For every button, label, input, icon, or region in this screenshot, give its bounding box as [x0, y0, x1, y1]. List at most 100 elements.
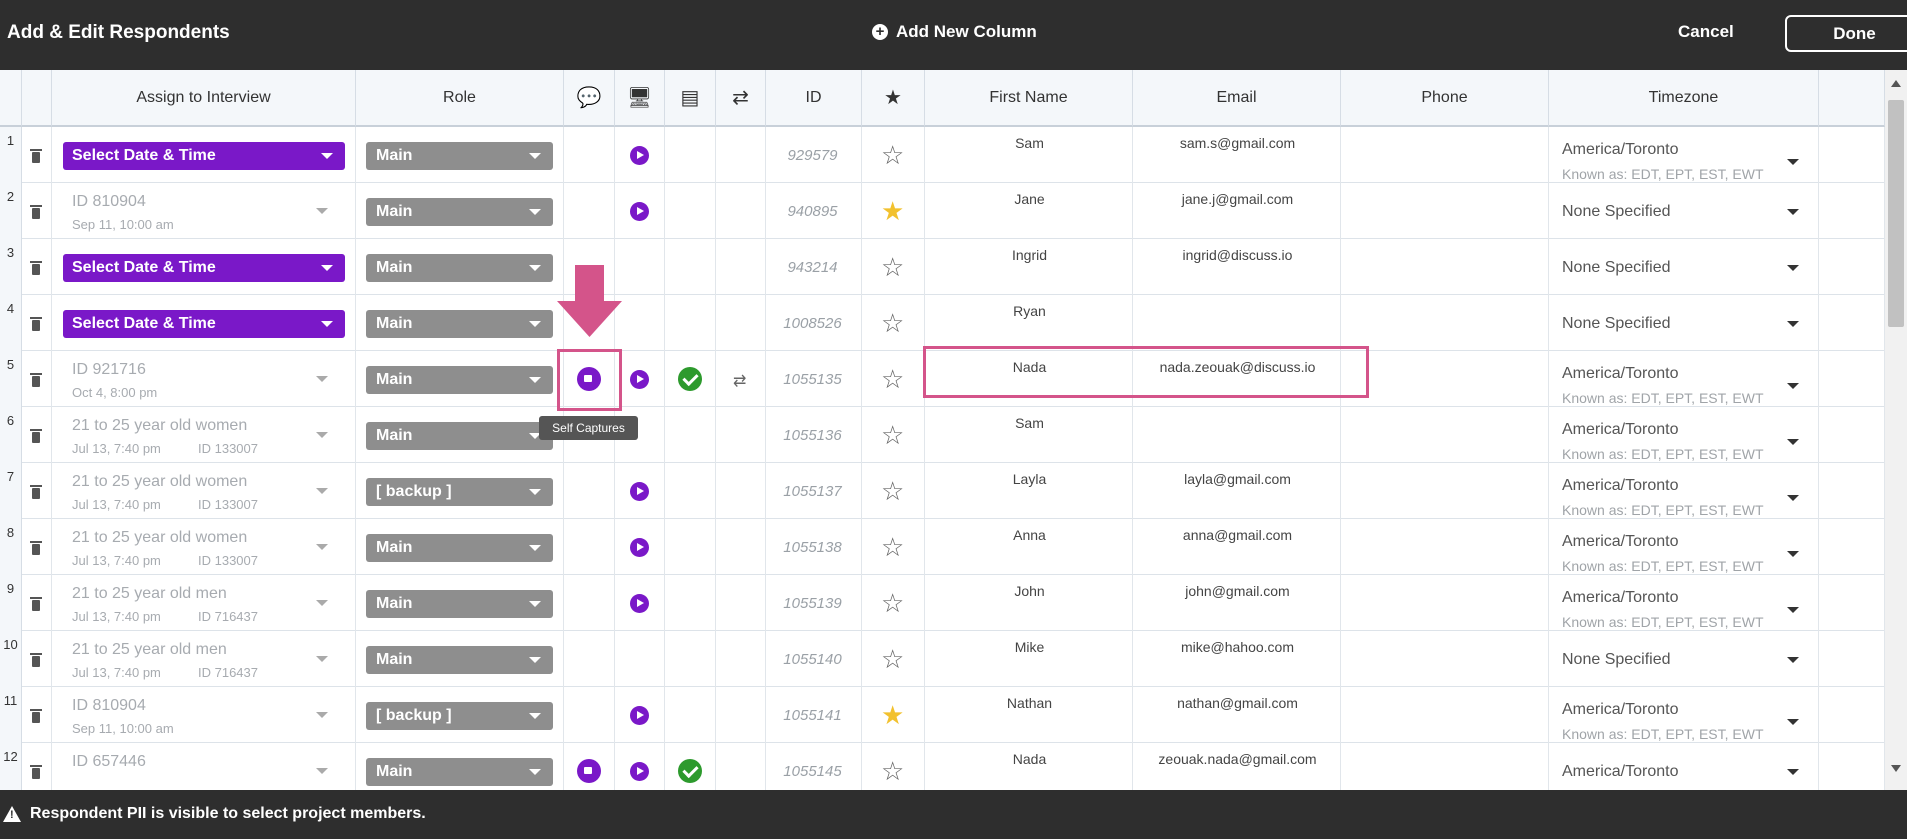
- trash-icon[interactable]: [30, 709, 42, 723]
- column-header-self-capture-icon[interactable]: 💬: [564, 70, 615, 127]
- star-filled-icon[interactable]: ★: [881, 196, 904, 227]
- timezone-value[interactable]: America/Toronto: [1562, 477, 1679, 495]
- column-header-role[interactable]: Role: [356, 70, 564, 127]
- email[interactable]: john@gmail.com: [1134, 583, 1341, 599]
- chevron-down-icon[interactable]: [316, 600, 328, 606]
- column-header-first-name[interactable]: First Name: [925, 70, 1133, 127]
- star-outline-icon[interactable]: ☆: [881, 588, 904, 619]
- assigned-interview[interactable]: 21 to 25 year old women: [72, 417, 247, 435]
- column-header-id[interactable]: ID: [766, 70, 862, 127]
- chevron-down-icon[interactable]: [1787, 551, 1799, 557]
- role-dropdown[interactable]: [ backup ]: [366, 478, 553, 506]
- role-dropdown[interactable]: Main: [366, 198, 553, 226]
- chevron-down-icon[interactable]: [316, 376, 328, 382]
- first-name[interactable]: Mike: [926, 639, 1133, 655]
- star-outline-icon[interactable]: ☆: [881, 532, 904, 563]
- trash-icon[interactable]: [30, 653, 42, 667]
- column-header-phone[interactable]: Phone: [1341, 70, 1549, 127]
- email[interactable]: anna@gmail.com: [1134, 527, 1341, 543]
- star-outline-icon[interactable]: ☆: [881, 420, 904, 451]
- first-name[interactable]: Ingrid: [926, 247, 1133, 263]
- role-dropdown[interactable]: Main: [366, 310, 553, 338]
- timezone-value[interactable]: None Specified: [1562, 259, 1671, 277]
- assigned-interview[interactable]: ID 810904: [72, 193, 146, 211]
- role-dropdown[interactable]: Main: [366, 142, 553, 170]
- role-dropdown[interactable]: [ backup ]: [366, 702, 553, 730]
- column-header-screener-icon[interactable]: ▤: [665, 70, 716, 127]
- chevron-down-icon[interactable]: [316, 208, 328, 214]
- scroll-down-icon[interactable]: [1891, 765, 1901, 772]
- chevron-down-icon[interactable]: [1787, 209, 1799, 215]
- role-dropdown[interactable]: Main: [366, 646, 553, 674]
- chevron-down-icon[interactable]: [1787, 439, 1799, 445]
- email[interactable]: jane.j@gmail.com: [1134, 191, 1341, 207]
- scroll-thumb[interactable]: [1888, 100, 1904, 327]
- chevron-down-icon[interactable]: [1787, 265, 1799, 271]
- chevron-down-icon[interactable]: [316, 544, 328, 550]
- chevron-down-icon[interactable]: [1787, 495, 1799, 501]
- email[interactable]: ingrid@discuss.io: [1134, 247, 1341, 263]
- first-name[interactable]: Nada: [926, 751, 1133, 767]
- email[interactable]: layla@gmail.com: [1134, 471, 1341, 487]
- play-icon[interactable]: [630, 706, 649, 725]
- timezone-value[interactable]: America/Toronto: [1562, 701, 1679, 719]
- done-button[interactable]: Done: [1785, 15, 1907, 52]
- chevron-down-icon[interactable]: [316, 768, 328, 774]
- timezone-value[interactable]: America/Toronto: [1562, 589, 1679, 607]
- chevron-down-icon[interactable]: [1787, 321, 1799, 327]
- chevron-down-icon[interactable]: [1787, 769, 1799, 775]
- role-dropdown[interactable]: Main: [366, 254, 553, 282]
- timezone-value[interactable]: America/Toronto: [1562, 421, 1679, 439]
- swap-arrows-icon[interactable]: ⇄: [733, 371, 746, 391]
- chevron-down-icon[interactable]: [316, 432, 328, 438]
- star-outline-icon[interactable]: ☆: [881, 644, 904, 675]
- chevron-down-icon[interactable]: [316, 488, 328, 494]
- chevron-down-icon[interactable]: [1787, 159, 1799, 165]
- column-header-assign[interactable]: Assign to Interview: [52, 70, 356, 127]
- star-filled-icon[interactable]: ★: [881, 700, 904, 731]
- star-outline-icon[interactable]: ☆: [881, 252, 904, 283]
- star-outline-icon[interactable]: ☆: [881, 364, 904, 395]
- first-name[interactable]: Ryan: [926, 303, 1133, 319]
- email[interactable]: mike@hahoo.com: [1134, 639, 1341, 655]
- select-date-time-dropdown[interactable]: Select Date & Time: [63, 310, 345, 338]
- chevron-down-icon[interactable]: [1787, 383, 1799, 389]
- assigned-interview[interactable]: 21 to 25 year old men: [72, 641, 227, 659]
- timezone-value[interactable]: None Specified: [1562, 315, 1671, 333]
- play-icon[interactable]: [630, 538, 649, 557]
- chevron-down-icon[interactable]: [1787, 607, 1799, 613]
- first-name[interactable]: Layla: [926, 471, 1133, 487]
- play-icon[interactable]: [630, 482, 649, 501]
- play-icon[interactable]: [630, 762, 649, 781]
- play-icon[interactable]: [630, 594, 649, 613]
- trash-icon[interactable]: [30, 205, 42, 219]
- select-date-time-dropdown[interactable]: Select Date & Time: [63, 254, 345, 282]
- add-new-column-button[interactable]: + Add New Column: [872, 22, 1037, 42]
- trash-icon[interactable]: [30, 261, 42, 275]
- column-header-device-check-icon[interactable]: 🖥: [615, 70, 665, 127]
- vertical-scrollbar[interactable]: [1885, 70, 1907, 790]
- self-capture-icon[interactable]: [577, 759, 601, 783]
- trash-icon[interactable]: [30, 317, 42, 331]
- assigned-interview[interactable]: 21 to 25 year old women: [72, 473, 247, 491]
- trash-icon[interactable]: [30, 597, 42, 611]
- trash-icon[interactable]: [30, 149, 42, 163]
- assigned-interview[interactable]: ID 657446: [72, 753, 146, 771]
- column-header-star-icon[interactable]: ★: [862, 70, 925, 127]
- timezone-value[interactable]: America/Toronto: [1562, 365, 1679, 383]
- trash-icon[interactable]: [30, 429, 42, 443]
- first-name[interactable]: Anna: [926, 527, 1133, 543]
- column-header-swap-icon[interactable]: ⇄: [716, 70, 766, 127]
- star-outline-icon[interactable]: ☆: [881, 140, 904, 171]
- timezone-value[interactable]: America/Toronto: [1562, 763, 1679, 781]
- column-header-email[interactable]: Email: [1133, 70, 1341, 127]
- chevron-down-icon[interactable]: [1787, 719, 1799, 725]
- timezone-value[interactable]: None Specified: [1562, 651, 1671, 669]
- role-dropdown[interactable]: Main: [366, 366, 553, 394]
- chevron-down-icon[interactable]: [1787, 657, 1799, 663]
- column-header-timezone[interactable]: Timezone: [1549, 70, 1819, 127]
- cancel-button[interactable]: Cancel: [1678, 22, 1734, 42]
- star-outline-icon[interactable]: ☆: [881, 756, 904, 787]
- role-dropdown[interactable]: Main: [366, 758, 553, 786]
- star-outline-icon[interactable]: ☆: [881, 476, 904, 507]
